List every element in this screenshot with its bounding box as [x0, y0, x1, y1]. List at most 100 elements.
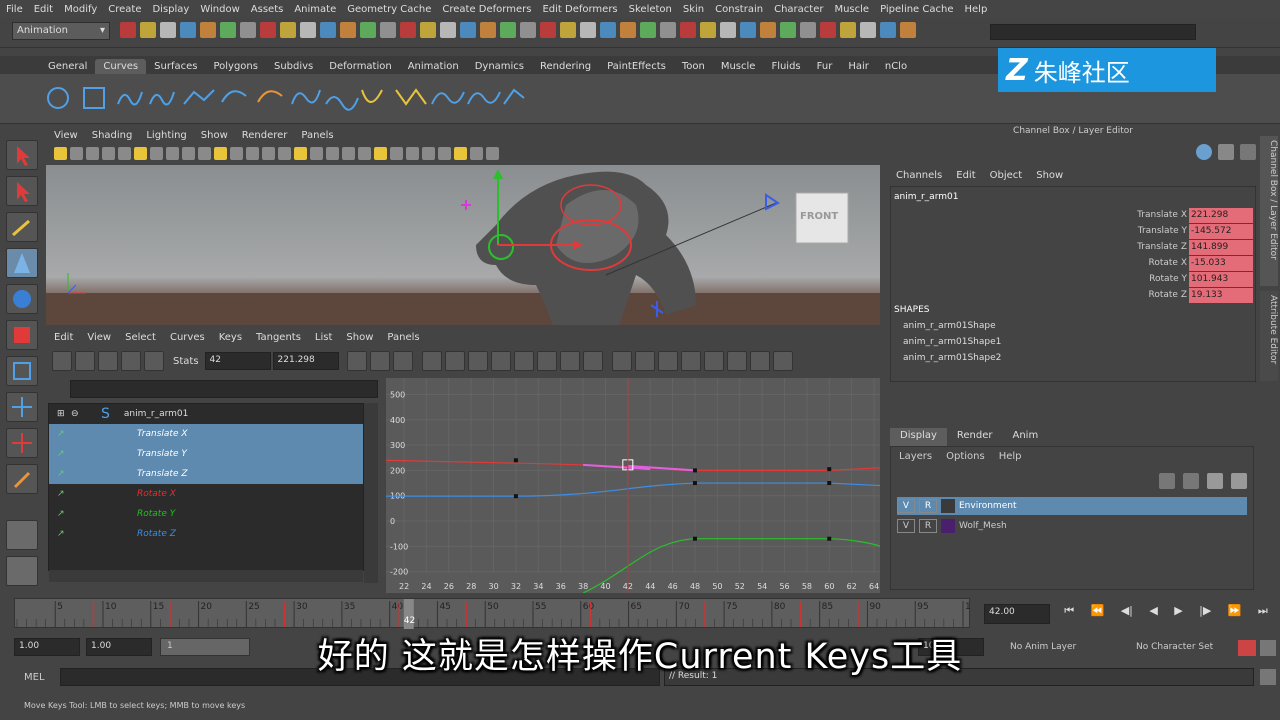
layer-tab-display[interactable]: Display — [890, 428, 947, 446]
status-tool-icon[interactable] — [140, 22, 156, 38]
add-keys-tool-icon[interactable] — [98, 351, 118, 371]
viewport-menu-view[interactable]: View — [54, 130, 78, 141]
outliner-h-scrollbar[interactable] — [49, 570, 363, 582]
layer-color-swatch[interactable] — [941, 499, 955, 513]
status-tool-icon[interactable] — [160, 22, 176, 38]
status-tool-icon[interactable] — [660, 22, 676, 38]
move-keys-tool-icon[interactable] — [52, 351, 72, 371]
buffer-curve-snapshot-icon[interactable] — [559, 351, 580, 371]
status-tool-icon[interactable] — [500, 22, 516, 38]
status-tool-icon[interactable] — [340, 22, 356, 38]
expand-icon[interactable]: ⊞ — [57, 409, 67, 419]
status-tool-icon[interactable] — [440, 22, 456, 38]
graph-menu-view[interactable]: View — [87, 332, 111, 343]
show-manipulator-icon[interactable] — [6, 428, 38, 458]
viewport-tool-icon[interactable] — [406, 147, 419, 160]
layer-row-wolf-mesh[interactable]: V R Wolf_Mesh — [897, 517, 1247, 535]
viewport-tool-icon[interactable] — [150, 147, 163, 160]
viewport-tool-icon[interactable] — [230, 147, 243, 160]
shelf-tab-hair[interactable]: Hair — [840, 59, 877, 74]
layer-tab-anim[interactable]: Anim — [1002, 428, 1048, 446]
status-tool-icon[interactable] — [740, 22, 756, 38]
viewport-menu-lighting[interactable]: Lighting — [146, 130, 186, 141]
break-tangents-icon[interactable] — [611, 351, 632, 371]
layer-visibility-toggle[interactable]: V — [897, 499, 915, 513]
viewport-menu-renderer[interactable]: Renderer — [242, 130, 288, 141]
viewport-tool-icon[interactable] — [102, 147, 115, 160]
frame-selection-icon[interactable] — [369, 351, 390, 371]
go-to-end-icon[interactable]: ⏭ — [1258, 604, 1268, 624]
outliner-item-rotate-y[interactable]: ↗ Rotate Y — [49, 504, 363, 524]
insert-keys-tool-icon[interactable] — [75, 351, 95, 371]
rotate-tool-icon[interactable] — [6, 284, 38, 314]
status-tool-icon[interactable] — [780, 22, 796, 38]
graph-menu-tangents[interactable]: Tangents — [256, 332, 301, 343]
outliner-item-rotate-x[interactable]: ↗ Rotate X — [49, 484, 363, 504]
channel-menu-show[interactable]: Show — [1036, 170, 1063, 181]
status-tool-icon[interactable] — [300, 22, 316, 38]
status-tool-icon[interactable] — [420, 22, 436, 38]
graph-menu-panels[interactable]: Panels — [387, 332, 419, 343]
status-tool-icon[interactable] — [620, 22, 636, 38]
mode-select[interactable]: Animation ▾ — [12, 22, 110, 40]
shape-node[interactable]: anim_r_arm01Shape2 — [903, 353, 1001, 363]
graph-menu-show[interactable]: Show — [346, 332, 373, 343]
frame-playback-range-icon[interactable] — [392, 351, 413, 371]
menu-edit[interactable]: Edit — [34, 4, 53, 15]
channel-value[interactable]: 141.899 — [1189, 239, 1253, 255]
outliner-root-row[interactable]: ⊞ ⊖ S anim_r_arm01 — [49, 404, 363, 424]
status-tool-icon[interactable] — [600, 22, 616, 38]
shelf-tab-rendering[interactable]: Rendering — [532, 59, 599, 74]
menu-display[interactable]: Display — [152, 4, 189, 15]
viewport-tool-icon[interactable] — [86, 147, 99, 160]
menu-assets[interactable]: Assets — [251, 4, 284, 15]
status-tool-icon[interactable] — [700, 22, 716, 38]
channel-box-mode-icon[interactable] — [1196, 144, 1212, 160]
graph-menu-curves[interactable]: Curves — [170, 332, 205, 343]
layer-color-swatch[interactable] — [941, 519, 955, 533]
curve-tools-icons[interactable] — [0, 74, 560, 124]
status-tool-icon[interactable] — [540, 22, 556, 38]
lattice-deform-keys-icon[interactable] — [121, 351, 141, 371]
linear-tangents-icon[interactable] — [467, 351, 488, 371]
channel-value[interactable]: 221.298 — [1189, 207, 1253, 223]
clamped-tangents-icon[interactable] — [444, 351, 465, 371]
status-tool-icon[interactable] — [360, 22, 376, 38]
graph-menu-keys[interactable]: Keys — [219, 332, 242, 343]
menu-window[interactable]: Window — [200, 4, 239, 15]
menu-constrain[interactable]: Constrain — [715, 4, 763, 15]
viewport-tool-icon[interactable] — [278, 147, 291, 160]
step-back-frame-icon[interactable]: ⏪ — [1091, 604, 1105, 624]
auto-load-icon[interactable] — [703, 351, 724, 371]
shelf-tab-deformation[interactable]: Deformation — [321, 59, 399, 74]
attribute-editor-mode-icon[interactable] — [1218, 144, 1234, 160]
frame-all-icon[interactable] — [346, 351, 367, 371]
outliner-filter-field[interactable] — [70, 380, 378, 398]
graph-menu-edit[interactable]: Edit — [54, 332, 73, 343]
flat-tangents-icon[interactable] — [490, 351, 511, 371]
channel-translate-z[interactable]: Translate Z 141.899 — [1071, 239, 1253, 255]
menu-create-deformers[interactable]: Create Deformers — [442, 4, 531, 15]
viewport-tool-icon[interactable] — [166, 147, 179, 160]
shelf-tab-curves[interactable]: Curves — [95, 59, 147, 74]
status-tool-icon[interactable] — [380, 22, 396, 38]
status-tool-icon[interactable] — [320, 22, 336, 38]
quick-search-field[interactable] — [990, 24, 1196, 40]
viewport-tool-icon[interactable] — [390, 147, 403, 160]
viewport-tool-icon[interactable] — [470, 147, 483, 160]
viewport-tool-icon[interactable] — [326, 147, 339, 160]
shelf-tab-muscle[interactable]: Muscle — [713, 59, 764, 74]
status-tool-icon[interactable] — [120, 22, 136, 38]
channel-translate-x[interactable]: Translate X 221.298 — [1071, 207, 1253, 223]
shelf-tab-fluids[interactable]: Fluids — [763, 59, 808, 74]
load-selected-icon[interactable] — [726, 351, 747, 371]
menu-file[interactable]: File — [6, 4, 23, 15]
unify-tangents-icon[interactable] — [634, 351, 655, 371]
channel-value[interactable]: 19.133 — [1189, 287, 1253, 303]
status-tool-icon[interactable] — [200, 22, 216, 38]
status-tool-icon[interactable] — [880, 22, 896, 38]
viewport-tool-icon[interactable] — [422, 147, 435, 160]
viewport-tool-icon[interactable] — [118, 147, 131, 160]
viewcube-label[interactable]: FRONT — [800, 211, 838, 222]
viewport-menu-shading[interactable]: Shading — [92, 130, 133, 141]
